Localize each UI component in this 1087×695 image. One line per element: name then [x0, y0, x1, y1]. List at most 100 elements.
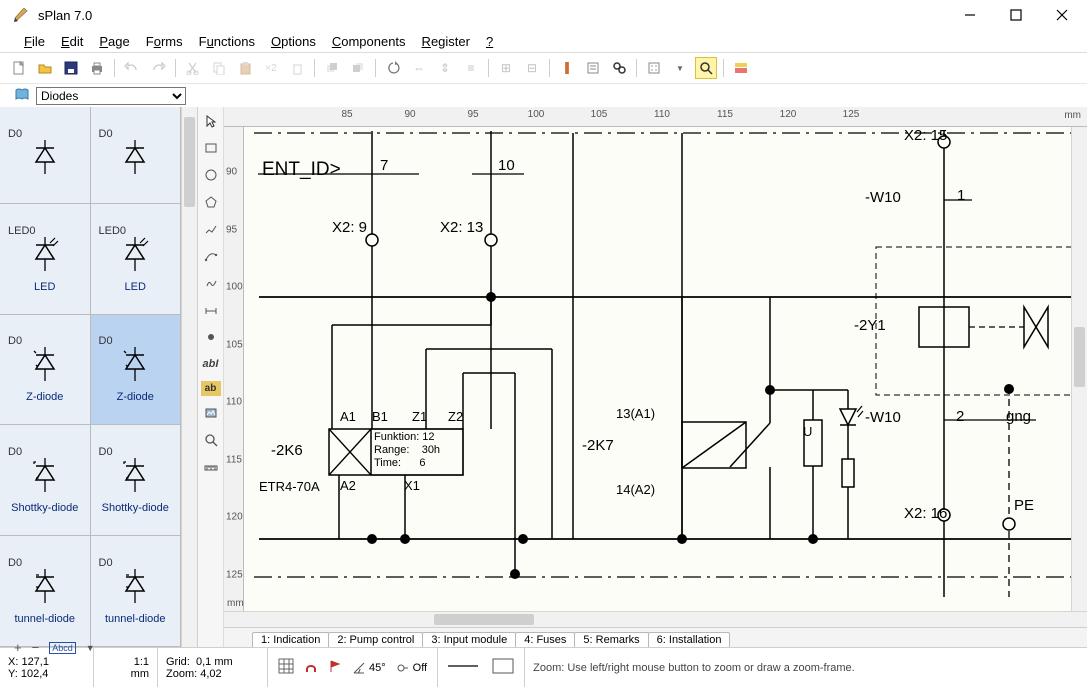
- palette-item-Z-diode[interactable]: D0 Z-diode: [0, 315, 91, 426]
- tool-pointer-icon[interactable]: [200, 111, 222, 131]
- tb-delete-icon[interactable]: [286, 57, 308, 79]
- tb-mirror-h-icon[interactable]: ⇔: [408, 57, 430, 79]
- palette-item-Shottky-diode[interactable]: D0 Shottky-diode: [0, 425, 91, 536]
- tb-print-icon[interactable]: [86, 57, 108, 79]
- tb-copy-icon[interactable]: [208, 57, 230, 79]
- tb-group-icon[interactable]: ⊞: [495, 57, 517, 79]
- tb-rotate-icon[interactable]: [382, 57, 404, 79]
- menu-forms[interactable]: Forms: [140, 34, 189, 49]
- page-tab-1[interactable]: 2: Pump control: [328, 632, 423, 647]
- tb-open-icon[interactable]: [34, 57, 56, 79]
- titlebar: sPlan 7.0: [0, 0, 1087, 30]
- category-bar: Diodes: [0, 83, 1087, 107]
- palette-item-tunnel-diode[interactable]: D0 tunnel-diode: [91, 536, 182, 647]
- palette-item-Shottky-diode[interactable]: D0 Shottky-diode: [91, 425, 182, 536]
- palette-add-icon[interactable]: +: [14, 640, 22, 655]
- tool-free-icon[interactable]: [200, 273, 222, 293]
- status-fillstyle-icon[interactable]: [492, 658, 514, 677]
- palette-item-tunnel-diode[interactable]: D0 tunnel-diode: [0, 536, 91, 647]
- tb-logo-icon[interactable]: [730, 57, 752, 79]
- tool-textbox-icon[interactable]: ab: [201, 381, 221, 396]
- tb-ungroup-icon[interactable]: ⊟: [521, 57, 543, 79]
- tool-image-icon[interactable]: [200, 403, 222, 423]
- window-close[interactable]: [1039, 1, 1085, 29]
- label-x2-15: X2: 15: [904, 127, 947, 144]
- status-snap-icon[interactable]: [304, 659, 318, 676]
- palette-item-diode[interactable]: D0: [91, 107, 182, 204]
- tb-front-icon[interactable]: [321, 57, 343, 79]
- tb-mirror-v-icon[interactable]: ⇕: [434, 57, 456, 79]
- status-flag-icon[interactable]: [328, 659, 342, 676]
- tb-cut-icon[interactable]: [182, 57, 204, 79]
- tb-components-icon[interactable]: [556, 57, 578, 79]
- menu-file[interactable]: File: [18, 34, 51, 49]
- page-tab-3[interactable]: 4: Fuses: [515, 632, 575, 647]
- tb-grid-icon[interactable]: [643, 57, 665, 79]
- tool-bezier-icon[interactable]: [200, 246, 222, 266]
- page-tab-0[interactable]: 1: Indication: [252, 632, 329, 647]
- tb-zoom-icon[interactable]: [695, 57, 717, 79]
- palette-scrollbar[interactable]: [181, 107, 197, 647]
- status-angle-icon[interactable]: 45°: [352, 661, 386, 675]
- status-linewidth-icon[interactable]: [448, 661, 478, 674]
- menu-functions[interactable]: Functions: [193, 34, 261, 49]
- palette-minibar: + − Abcd ▼: [14, 640, 95, 655]
- tool-rect-icon[interactable]: [200, 138, 222, 158]
- page-tab-4[interactable]: 5: Remarks: [574, 632, 648, 647]
- menu-options[interactable]: Options: [265, 34, 322, 49]
- tool-line-icon[interactable]: [200, 219, 222, 239]
- canvas-scrollbar-h[interactable]: [224, 611, 1087, 627]
- window-maximize[interactable]: [993, 1, 1039, 29]
- tb-undo-icon[interactable]: [121, 57, 143, 79]
- tb-save-icon[interactable]: [60, 57, 82, 79]
- tb-dropdown-icon[interactable]: ▼: [669, 57, 691, 79]
- category-select[interactable]: Diodes: [36, 87, 186, 105]
- label-funktion: Funktion: 12: [374, 431, 435, 443]
- tool-measure-icon[interactable]: [200, 457, 222, 477]
- palette-item-LED[interactable]: LED0 LED: [91, 204, 182, 315]
- tb-new-icon[interactable]: [8, 57, 30, 79]
- drawing-canvas[interactable]: ENT_ID> 7 10 X2: 9 X2: 13 X2: 15 X2: 16 …: [244, 127, 1071, 611]
- palette-dropdown-icon[interactable]: ▼: [86, 643, 95, 653]
- page-tab-5[interactable]: 6: Installation: [648, 632, 731, 647]
- label-n1: 1: [957, 187, 965, 204]
- window-minimize[interactable]: [947, 1, 993, 29]
- tb-paste-icon[interactable]: [234, 57, 256, 79]
- tb-redo-icon[interactable]: [147, 57, 169, 79]
- menu-components[interactable]: Components: [326, 34, 412, 49]
- palette-item-LED[interactable]: LED0 LED: [0, 204, 91, 315]
- label-z2: Z2: [448, 409, 463, 424]
- label-10: 10: [498, 157, 515, 174]
- menu-help[interactable]: ?: [480, 34, 499, 49]
- palette-remove-icon[interactable]: −: [32, 640, 40, 655]
- palette-item-Z-diode[interactable]: D0 Z-diode: [91, 315, 182, 426]
- tool-poly-icon[interactable]: [200, 192, 222, 212]
- palette-item-diode[interactable]: D0: [0, 107, 91, 204]
- tb-search-icon[interactable]: [608, 57, 630, 79]
- tb-dup-icon[interactable]: ×2: [260, 57, 282, 79]
- menu-page[interactable]: Page: [93, 34, 135, 49]
- tool-node-icon[interactable]: [200, 327, 222, 347]
- menu-register[interactable]: Register: [416, 34, 476, 49]
- left-toolbar: abI ab: [198, 107, 224, 647]
- label-time: Time: 6: [374, 457, 426, 469]
- label-pe: PE: [1014, 497, 1034, 514]
- label-range: Range: 30h: [374, 444, 440, 456]
- component-palette: D0 D0 LED0 LEDLED0 LEDD0 Z-diodeD0 Z-d: [0, 107, 198, 647]
- palette-label-icon[interactable]: Abcd: [49, 642, 76, 654]
- tb-back-icon[interactable]: [347, 57, 369, 79]
- tool-circle-icon[interactable]: [200, 165, 222, 185]
- label-7: 7: [380, 157, 388, 174]
- canvas-scrollbar-v[interactable]: [1071, 127, 1087, 611]
- status-rubber-icon[interactable]: Off: [396, 661, 427, 675]
- menu-edit[interactable]: Edit: [55, 34, 89, 49]
- tb-list-icon[interactable]: [582, 57, 604, 79]
- tool-dimension-icon[interactable]: [200, 300, 222, 320]
- tb-align-icon[interactable]: ≡: [460, 57, 482, 79]
- label-ent-id: ENT_ID>: [262, 159, 341, 181]
- tool-magnify-icon[interactable]: [200, 430, 222, 450]
- tool-text-icon[interactable]: abI: [200, 354, 222, 374]
- page-tab-2[interactable]: 3: Input module: [422, 632, 516, 647]
- status-grid-v: 0,1 mm: [196, 656, 233, 668]
- status-grid-icon[interactable]: [278, 658, 294, 677]
